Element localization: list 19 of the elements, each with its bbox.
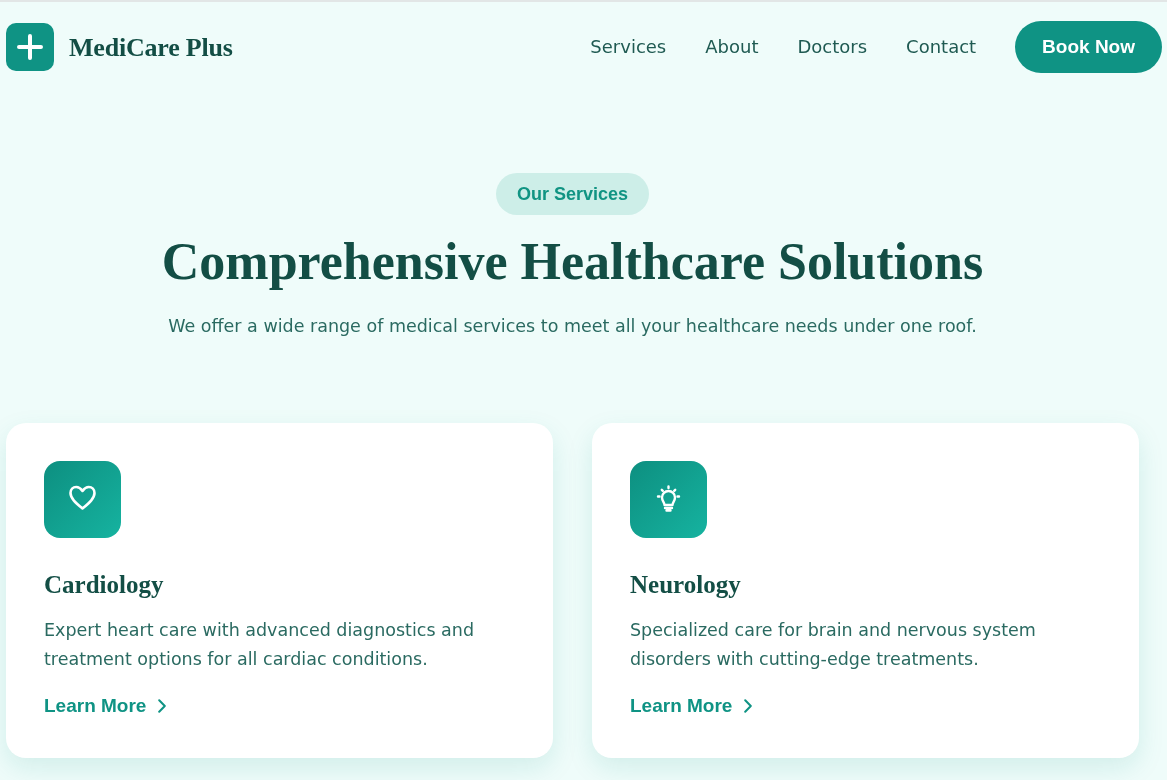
book-now-button[interactable]: Book Now bbox=[1015, 21, 1162, 73]
logo-plus-icon bbox=[6, 23, 54, 71]
learn-more-link[interactable]: Learn More bbox=[44, 693, 167, 719]
card-description: Specialized care for brain and nervous system disorders with cutting-edge treatments. bbox=[630, 618, 1037, 671]
card-title: Neurology bbox=[630, 569, 741, 600]
section-subtitle: We offer a wide range of medical services to meet all your healthcare needs under one roof. bbox=[168, 315, 977, 339]
chevron-right-icon bbox=[744, 699, 753, 713]
section-heading: Comprehensive Healthcare Solutions bbox=[161, 232, 984, 292]
nav-link[interactable]: Doctors bbox=[797, 36, 868, 58]
card-title: Cardiology bbox=[44, 569, 164, 600]
lightbulb-icon bbox=[630, 460, 707, 538]
card-description: Expert heart care with advanced diagnostics and treatment options for all cardiac conditions. bbox=[44, 618, 475, 671]
nav-link[interactable]: Services bbox=[590, 36, 667, 58]
nav-link[interactable]: About bbox=[705, 36, 759, 58]
nav-link[interactable]: Contact bbox=[906, 36, 977, 58]
brand-name: MediCare Plus bbox=[69, 31, 233, 64]
section-badge: Our Services bbox=[495, 173, 650, 215]
chevron-right-icon bbox=[158, 699, 167, 713]
learn-more-link[interactable]: Learn More bbox=[630, 693, 753, 719]
